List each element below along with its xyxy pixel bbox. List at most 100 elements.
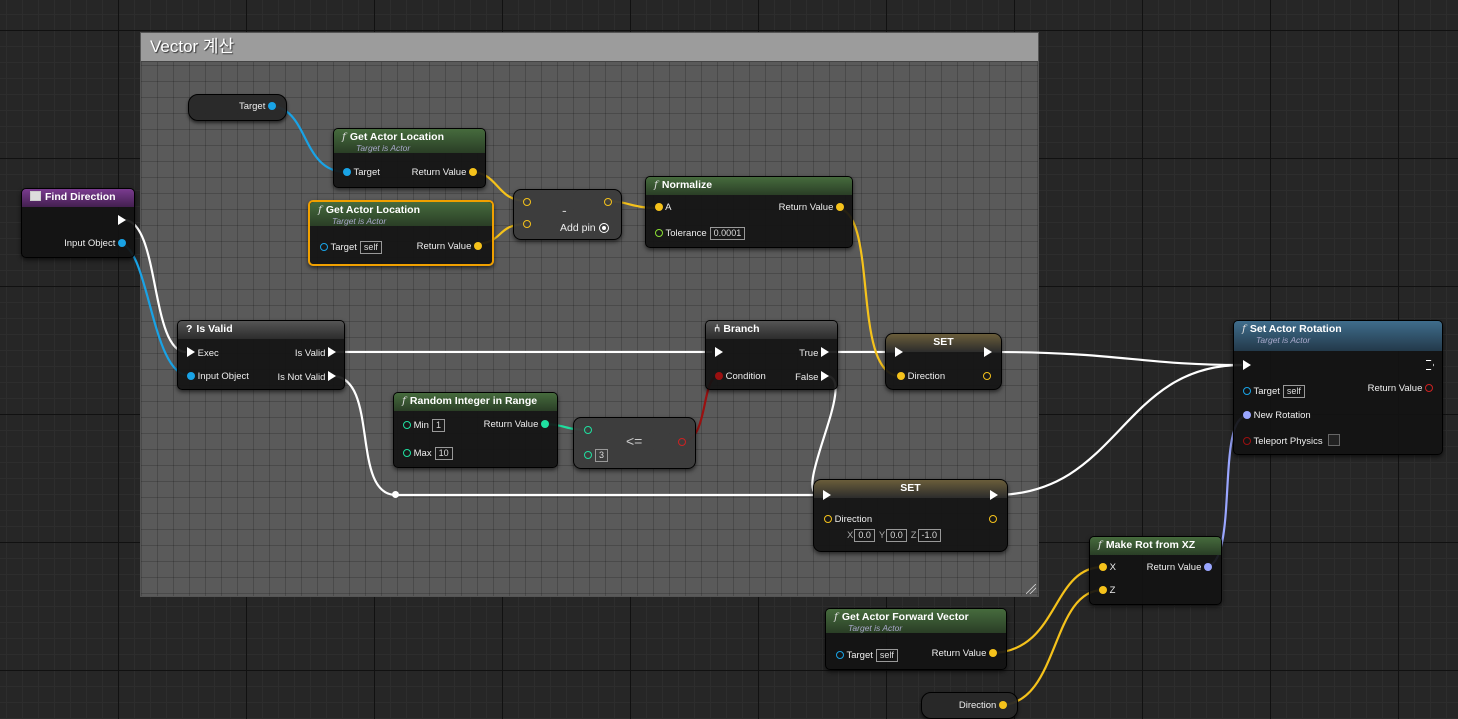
object-pin-icon[interactable]	[268, 102, 276, 110]
vector-pin-icon[interactable]	[604, 198, 612, 206]
object-pin-icon[interactable]	[343, 168, 351, 176]
direction-variable-node[interactable]: Direction	[921, 692, 1018, 719]
return-value-pin[interactable]: Return Value	[1368, 383, 1433, 395]
exec-in-pin[interactable]	[715, 347, 723, 360]
max-pin[interactable]: Max 10	[403, 447, 453, 460]
int-pin-icon[interactable]	[584, 451, 592, 459]
target-value-field[interactable]: self	[359, 241, 382, 254]
min-value-field[interactable]: 1	[431, 419, 445, 432]
lte-b-pin[interactable]: 3	[584, 449, 609, 462]
exec-in-pin[interactable]	[895, 347, 903, 360]
vector-pin-icon[interactable]	[1099, 586, 1107, 594]
exec-pin-icon[interactable]	[821, 371, 829, 381]
exec-out-pin[interactable]	[984, 347, 992, 360]
is-not-valid-out-pin[interactable]: Is Not Valid	[277, 371, 336, 384]
set-direction-default-node[interactable]: SET Direction X 0.0 Y 0.0 Z -1.0	[813, 479, 1008, 552]
target-value-field[interactable]: self	[875, 649, 898, 662]
subtract-out-pin[interactable]	[604, 197, 612, 209]
target-pin[interactable]: Target self	[1243, 385, 1305, 398]
min-pin[interactable]: Min 1	[403, 419, 445, 432]
false-out-pin[interactable]: False	[795, 371, 829, 384]
z-pin[interactable]: Z	[1099, 585, 1115, 597]
comment-title[interactable]: Vector 계산	[141, 33, 1038, 62]
reroute-node[interactable]	[392, 491, 399, 498]
max-value-field[interactable]: 10	[434, 447, 453, 460]
vector-pin-icon[interactable]	[655, 203, 663, 211]
vector-pin-icon[interactable]	[523, 220, 531, 228]
exec-pin-icon[interactable]	[895, 347, 903, 357]
a-pin[interactable]: A	[655, 202, 671, 214]
exec-pin-icon[interactable]	[984, 347, 992, 357]
vector-pin-icon[interactable]	[824, 515, 832, 523]
exec-out-pin[interactable]	[990, 490, 998, 503]
float-pin-icon[interactable]	[655, 229, 663, 237]
get-actor-forward-vector-node[interactable]: f Get Actor Forward Vector Target is Acto…	[825, 608, 1007, 670]
target-out-pin[interactable]: Target	[239, 101, 276, 113]
get-actor-location-node[interactable]: f Get Actor Location Target is Actor Targ…	[333, 128, 486, 188]
is-valid-node[interactable]: ? Is Valid Exec Is Valid Input Object Is …	[177, 320, 345, 390]
target-pin[interactable]: Target self	[836, 649, 898, 662]
is-valid-out-pin[interactable]: Is Valid	[295, 347, 336, 360]
exec-in-pin[interactable]	[1243, 360, 1251, 373]
bool-pin-icon[interactable]	[715, 372, 723, 380]
exec-out-pin[interactable]	[1426, 360, 1434, 373]
exec-pin-icon[interactable]	[187, 347, 195, 357]
exec-pin-icon[interactable]	[328, 371, 336, 381]
exec-pin-icon[interactable]	[823, 490, 831, 500]
object-pin-icon[interactable]	[320, 243, 328, 251]
direction-in-pin[interactable]: Direction	[897, 371, 945, 383]
random-integer-node[interactable]: f Random Integer in Range Min 1 Return Val…	[393, 392, 558, 468]
resize-handle-icon[interactable]	[1026, 584, 1036, 594]
lte-out-pin[interactable]	[678, 437, 686, 449]
return-value-pin[interactable]: Return Value	[1147, 562, 1212, 574]
vector-pin-icon[interactable]	[1099, 563, 1107, 571]
branch-node[interactable]: ⑃ Branch True Condition False	[705, 320, 838, 390]
subtract-node[interactable]: - Add pin	[513, 189, 622, 240]
direction-out-pin[interactable]	[983, 371, 991, 383]
get-actor-location-self-node[interactable]: f Get Actor Location Target is Actor Targ…	[308, 200, 494, 266]
subtract-a-pin[interactable]	[523, 197, 531, 209]
exec-in-pin[interactable]: Exec	[187, 347, 219, 360]
find-direction-node[interactable]: Find Direction Input Object	[21, 188, 135, 258]
lte-a-pin[interactable]	[584, 425, 592, 437]
tolerance-pin[interactable]: Tolerance 0.0001	[655, 227, 746, 240]
input-object-pin[interactable]: Input Object	[187, 371, 249, 383]
x-value-field[interactable]: 0.0	[854, 529, 875, 542]
target-value-field[interactable]: self	[1282, 385, 1305, 398]
bool-pin-icon[interactable]	[1243, 437, 1251, 445]
direction-out-pin[interactable]: Direction	[959, 700, 1007, 712]
input-object-pin[interactable]: Input Object	[64, 238, 126, 250]
return-value-pin[interactable]: Return Value	[779, 202, 844, 214]
target-pin[interactable]: Target self	[320, 241, 382, 254]
new-rotation-pin[interactable]: New Rotation	[1243, 410, 1311, 422]
subtract-b-pin[interactable]	[523, 219, 531, 231]
object-pin-icon[interactable]	[118, 239, 126, 247]
normalize-node[interactable]: f Normalize A Return Value Tolerance 0.000…	[645, 176, 853, 248]
vector-pin-icon[interactable]	[469, 168, 477, 176]
int-pin-icon[interactable]	[403, 421, 411, 429]
exec-pin-icon[interactable]	[118, 215, 126, 225]
int-pin-icon[interactable]	[541, 420, 549, 428]
object-pin-icon[interactable]	[187, 372, 195, 380]
exec-in-pin[interactable]	[823, 490, 831, 503]
vector-pin-icon[interactable]	[474, 242, 482, 250]
target-variable-node[interactable]: Target	[188, 94, 287, 121]
tolerance-value-field[interactable]: 0.0001	[709, 227, 746, 240]
bool-pin-icon[interactable]	[1425, 384, 1433, 392]
add-pin-icon[interactable]	[598, 223, 609, 233]
bool-pin-icon[interactable]	[678, 438, 686, 446]
teleport-checkbox[interactable]	[1328, 434, 1341, 446]
exec-pin-icon[interactable]	[715, 347, 723, 357]
z-value-field[interactable]: -1.0	[917, 529, 942, 542]
int-pin-icon[interactable]	[403, 449, 411, 457]
direction-out-pin[interactable]	[989, 514, 997, 526]
exec-pin-icon[interactable]	[1243, 360, 1251, 370]
vector-pin-icon[interactable]	[989, 515, 997, 523]
condition-pin[interactable]: Condition	[715, 371, 766, 383]
true-out-pin[interactable]: True	[799, 347, 829, 360]
add-pin-button[interactable]: Add pin	[560, 222, 609, 234]
return-value-pin[interactable]: Return Value	[412, 167, 477, 179]
b-value-field[interactable]: 3	[595, 449, 609, 462]
x-pin[interactable]: X	[1099, 562, 1116, 574]
rotator-pin-icon[interactable]	[1243, 411, 1251, 419]
